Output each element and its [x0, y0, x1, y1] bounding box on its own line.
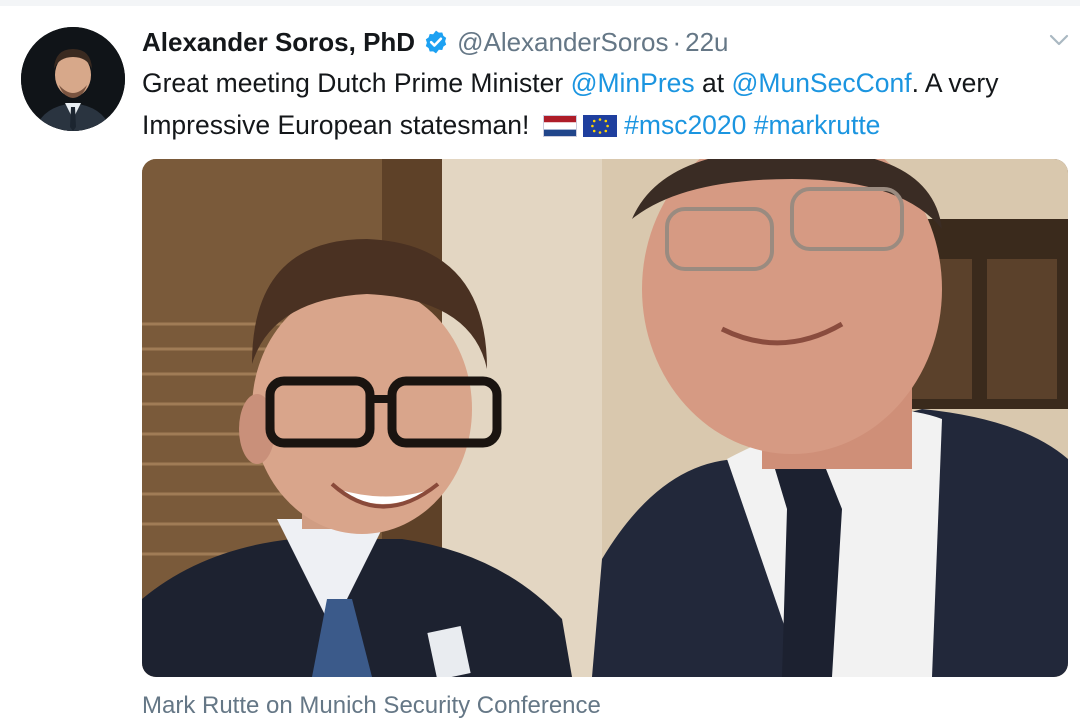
tweet-text: Great meeting Dutch Prime Minister @MinP…: [142, 62, 1062, 146]
tweet[interactable]: Alexander Soros, PhD @AlexanderSoros · 2…: [0, 0, 1080, 719]
top-divider: [0, 0, 1080, 6]
separator-dot: ·: [672, 26, 682, 57]
netherlands-flag-icon: [542, 115, 577, 137]
timestamp[interactable]: 22u: [685, 27, 728, 58]
link-card-title[interactable]: Mark Rutte on Munich Security Conference: [142, 692, 601, 720]
hashtag-msc2020[interactable]: #msc2020: [624, 110, 746, 140]
text-part-1: Great meeting Dutch Prime Minister: [142, 68, 571, 98]
verified-badge-icon: [425, 30, 447, 54]
mention-munsecconf[interactable]: @MunSecConf: [731, 68, 911, 98]
tweet-photo[interactable]: [142, 159, 1068, 677]
tweet-header: Alexander Soros, PhD @AlexanderSoros · 2…: [142, 24, 729, 60]
avatar[interactable]: [21, 27, 125, 131]
mention-minpres[interactable]: @MinPres: [571, 68, 695, 98]
chevron-down-icon[interactable]: [1046, 30, 1072, 50]
author-name[interactable]: Alexander Soros, PhD: [142, 27, 415, 58]
hashtag-markrutte[interactable]: #markrutte: [754, 110, 881, 140]
eu-flag-icon: [582, 115, 617, 137]
text-part-2: at: [694, 68, 732, 98]
author-handle[interactable]: @AlexanderSoros: [457, 27, 668, 58]
